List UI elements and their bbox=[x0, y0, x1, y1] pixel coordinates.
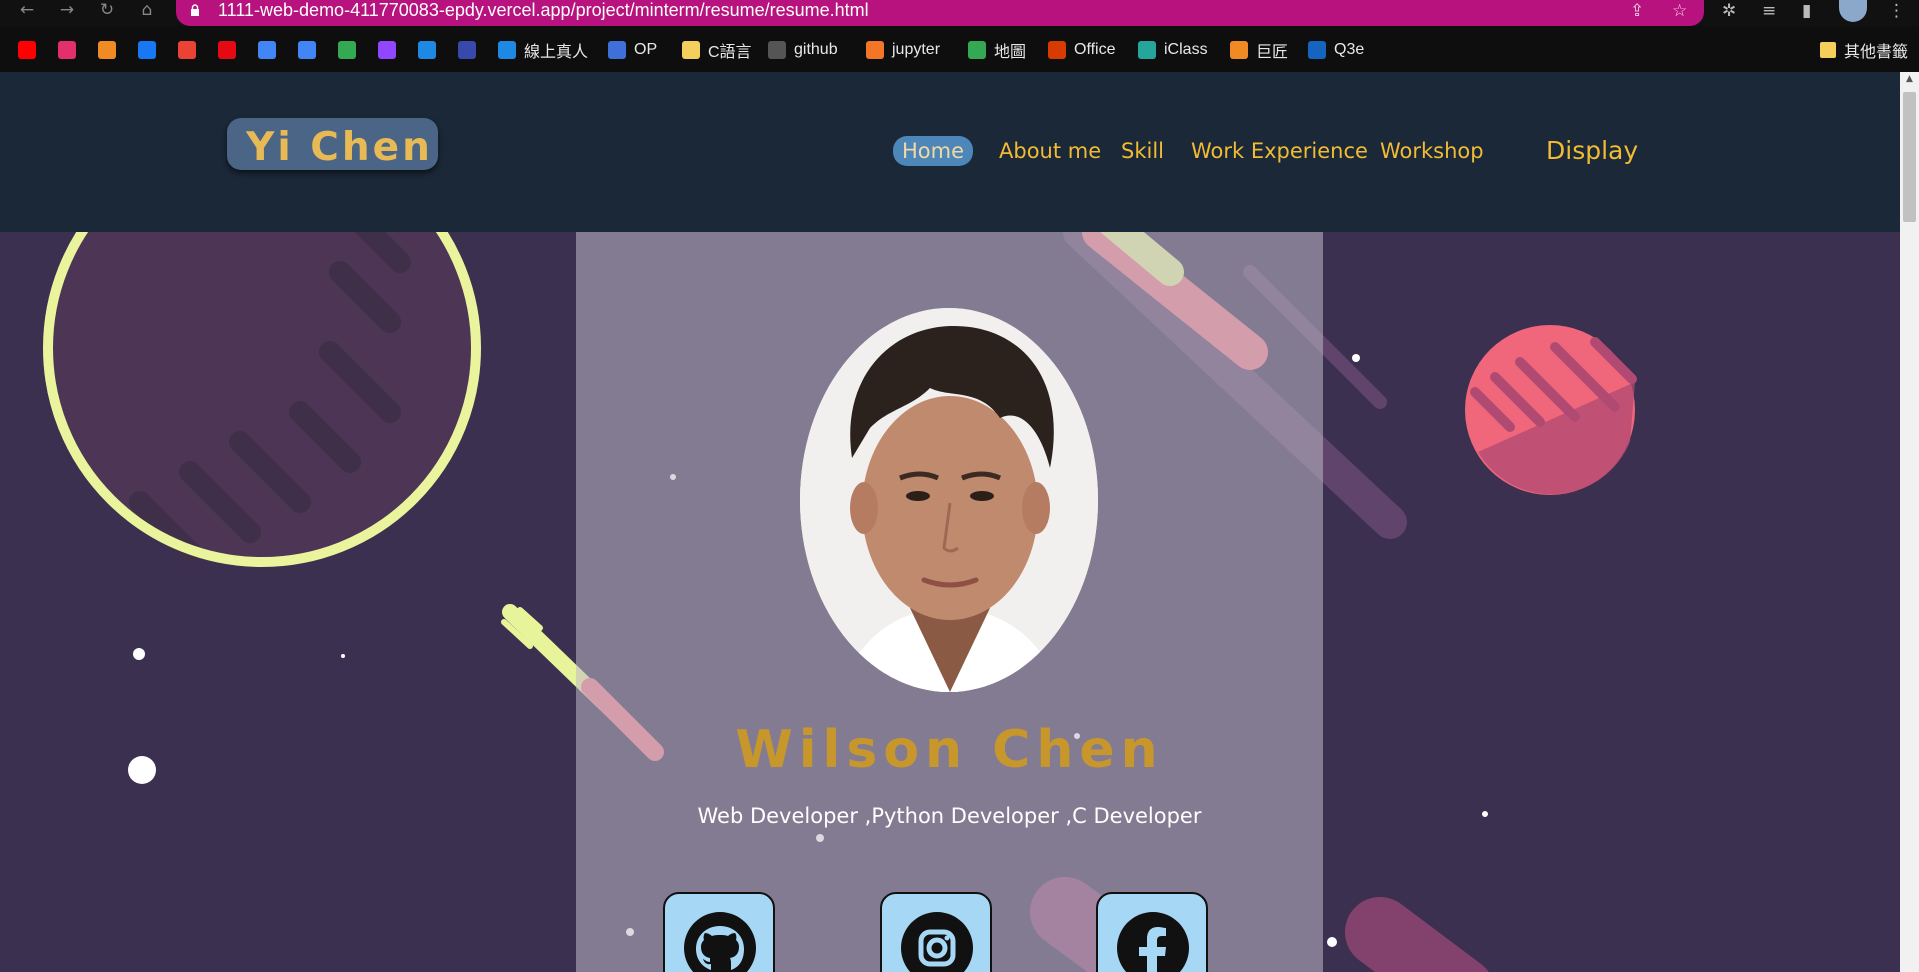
bookmark-item[interactable] bbox=[178, 40, 196, 60]
bookmark-item[interactable] bbox=[298, 40, 316, 60]
bookmark-item[interactable]: 地圖 bbox=[968, 40, 1027, 61]
reload-icon[interactable]: ↻ bbox=[92, 0, 122, 22]
bookmark-other[interactable]: 其他書籤 bbox=[1820, 40, 1909, 61]
bookmark-label: 巨匠 bbox=[1256, 44, 1289, 61]
profile-card: Wilson Chen Web Developer ,Python Develo… bbox=[576, 232, 1323, 972]
profile-role: Web Developer ,Python Developer ,C Devel… bbox=[697, 804, 1202, 828]
profile-name: Wilson Chen bbox=[735, 720, 1164, 780]
home-icon[interactable]: ⌂ bbox=[132, 0, 162, 22]
folder-icon bbox=[1820, 42, 1836, 58]
bookmark-favicon-icon bbox=[1138, 41, 1156, 59]
bookmark-item[interactable]: C語言 bbox=[682, 40, 752, 61]
page: Yi Chen Home About me Skill Work Experie… bbox=[0, 72, 1900, 972]
bookmark-favicon-icon bbox=[258, 41, 276, 59]
instagram-icon bbox=[901, 912, 973, 972]
bookmark-favicon-icon bbox=[1308, 41, 1326, 59]
bookmark-favicon-icon bbox=[58, 41, 76, 59]
forward-icon[interactable]: → bbox=[52, 0, 82, 22]
bookmark-favicon-icon bbox=[178, 41, 196, 59]
bookmark-favicon-icon bbox=[608, 41, 626, 59]
bookmark-item[interactable]: Q3e bbox=[1308, 40, 1364, 60]
bookmark-item[interactable] bbox=[138, 40, 156, 60]
bookmark-favicon-icon bbox=[768, 41, 786, 59]
profile-avatar[interactable] bbox=[1839, 0, 1867, 22]
bookmark-favicon-icon bbox=[1230, 41, 1248, 59]
github-icon bbox=[684, 912, 756, 972]
back-icon[interactable]: ← bbox=[12, 0, 42, 22]
bookmark-favicon-icon bbox=[378, 41, 396, 59]
bookmark-favicon-icon bbox=[218, 41, 236, 59]
bookmark-favicon-icon bbox=[18, 41, 36, 59]
bookmark-favicon-icon bbox=[98, 41, 116, 59]
bookmark-item[interactable] bbox=[218, 40, 236, 60]
bookmark-favicon-icon bbox=[498, 41, 516, 59]
star-icon[interactable]: ☆ bbox=[1672, 1, 1687, 21]
lock-icon bbox=[191, 4, 199, 16]
bookmark-item[interactable]: github bbox=[768, 40, 838, 60]
bookmark-item[interactable] bbox=[258, 40, 276, 60]
extensions-icon[interactable]: ✲ bbox=[1722, 1, 1736, 21]
bookmark-item[interactable] bbox=[18, 40, 36, 60]
bookmark-item[interactable]: 巨匠 bbox=[1230, 40, 1289, 61]
scroll-up-icon[interactable]: ▲ bbox=[1900, 74, 1919, 88]
bookmark-favicon-icon bbox=[682, 41, 700, 59]
bookmark-label: 地圖 bbox=[994, 44, 1027, 61]
nav-work-experience[interactable]: Work Experience bbox=[1191, 136, 1368, 166]
bookmark-favicon-icon bbox=[968, 41, 986, 59]
bookmark-favicon-icon bbox=[138, 41, 156, 59]
bookmark-label: iClass bbox=[1164, 41, 1208, 58]
bookmark-favicon-icon bbox=[418, 41, 436, 59]
nav-display[interactable]: Display bbox=[1546, 136, 1638, 166]
portrait-illustration bbox=[800, 308, 1098, 692]
bookmark-favicon-icon bbox=[1048, 41, 1066, 59]
browser-toolbar: ← → ↻ ⌂ 1111-web-demo-411770083-epdy.ver… bbox=[0, 0, 1919, 26]
scrollbar-thumb[interactable] bbox=[1903, 92, 1916, 222]
bookmark-label: jupyter bbox=[892, 41, 941, 58]
nav-home[interactable]: Home bbox=[893, 136, 974, 166]
bookmark-item[interactable] bbox=[418, 40, 436, 60]
address-bar[interactable]: 1111-web-demo-411770083-epdy.vercel.app/… bbox=[176, 0, 1704, 26]
nav-workshop[interactable]: Workshop bbox=[1380, 136, 1484, 166]
site-header: Yi Chen Home About me Skill Work Experie… bbox=[0, 72, 1900, 232]
pink-planet bbox=[1465, 325, 1637, 495]
bookmark-favicon-icon bbox=[298, 41, 316, 59]
bookmark-item[interactable] bbox=[58, 40, 76, 60]
bookmark-favicon-icon bbox=[866, 41, 884, 59]
bookmark-favicon-icon bbox=[458, 41, 476, 59]
bookmark-item[interactable]: OP bbox=[608, 40, 657, 60]
nav-about-me[interactable]: About me bbox=[999, 136, 1101, 166]
bookmark-item[interactable] bbox=[458, 40, 476, 60]
share-icon[interactable]: ⇪ bbox=[1630, 1, 1644, 21]
bookmark-item[interactable]: jupyter bbox=[866, 40, 940, 60]
bookmark-label: Q3e bbox=[1334, 41, 1365, 58]
media-icon[interactable]: ≡ bbox=[1762, 1, 1776, 21]
nav-skill[interactable]: Skill bbox=[1121, 136, 1164, 166]
github-link[interactable] bbox=[663, 892, 775, 972]
bookmark-label: OP bbox=[634, 41, 658, 58]
facebook-link[interactable] bbox=[1096, 892, 1208, 972]
bookmark-label: Office bbox=[1074, 41, 1116, 58]
ring-planet bbox=[43, 232, 481, 567]
menu-icon[interactable]: ⋮ bbox=[1888, 1, 1905, 21]
bookmark-item[interactable]: 線上真人 bbox=[498, 40, 589, 61]
site-logo[interactable]: Yi Chen bbox=[227, 118, 438, 170]
bookmarks-bar: 線上真人 OP C語言 github jupyter 地圖 Office iClass 巨匠 Q3… bbox=[0, 26, 1919, 72]
bookmark-label: C語言 bbox=[708, 44, 752, 61]
facebook-icon bbox=[1117, 912, 1189, 972]
bookmark-item[interactable]: Office bbox=[1048, 40, 1116, 60]
bookmark-label: github bbox=[794, 41, 838, 58]
bookmark-label: 線上真人 bbox=[524, 44, 589, 61]
bookmark-item[interactable] bbox=[338, 40, 356, 60]
bookmark-item[interactable] bbox=[378, 40, 396, 60]
instagram-link[interactable] bbox=[880, 892, 992, 972]
bookmark-favicon-icon bbox=[338, 41, 356, 59]
url-text[interactable]: 1111-web-demo-411770083-epdy.vercel.app/… bbox=[218, 0, 869, 20]
bookmark-item[interactable] bbox=[98, 40, 116, 60]
bookmark-item[interactable]: iClass bbox=[1138, 40, 1208, 60]
profile-photo bbox=[800, 308, 1098, 692]
page-scrollbar[interactable]: ▲ bbox=[1900, 72, 1919, 972]
bookmark-other-label: 其他書籤 bbox=[1844, 44, 1909, 61]
sidepanel-icon[interactable]: ▮ bbox=[1802, 1, 1811, 21]
